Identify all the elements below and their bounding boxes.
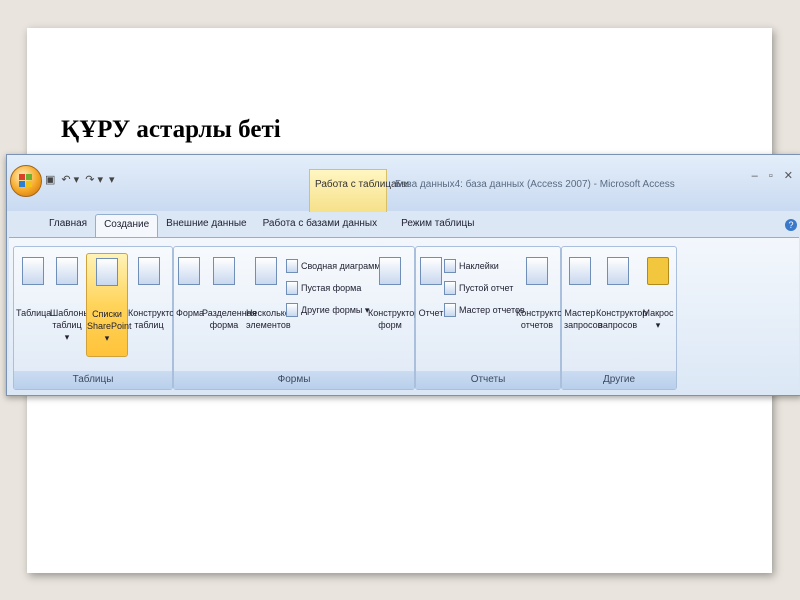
access-window: ▣ ↶ ▾ ↷ ▾ ▾ Работа с таблицами База данн…	[6, 154, 800, 396]
form-design-icon	[379, 257, 401, 285]
report-button[interactable]: Отчет	[418, 253, 444, 355]
group-label-tables: Таблицы	[14, 371, 172, 389]
multiple-items-button[interactable]: Несколько элементов	[246, 253, 291, 355]
more-forms-button[interactable]: Другие формы ▾	[286, 301, 369, 319]
undo-icon[interactable]: ↶ ▾	[61, 173, 79, 186]
query-design-icon	[607, 257, 629, 285]
ribbon: Таблица Шаблоны таблиц ▾ Списки SharePoi…	[9, 237, 799, 390]
labels-button[interactable]: Наклейки	[444, 257, 499, 275]
report-wizard-button[interactable]: Мастер отчетов	[444, 301, 525, 319]
query-wizard-icon	[569, 257, 591, 285]
tab-database-tools[interactable]: Работа с базами данных	[255, 214, 386, 236]
report-design-icon	[526, 257, 548, 285]
title-bar: ▣ ↶ ▾ ↷ ▾ ▾ Работа с таблицами База данн…	[7, 155, 800, 212]
group-forms: Форма Разделенная форма Несколько элемен…	[173, 246, 419, 390]
contextual-tab-header	[309, 169, 387, 212]
multiple-items-icon	[255, 257, 277, 285]
pivot-chart-icon	[286, 259, 298, 273]
query-design-button[interactable]: Конструктор запросов	[596, 253, 647, 355]
split-form-button[interactable]: Разделенная форма	[202, 253, 257, 355]
group-label-other: Другие	[562, 371, 676, 389]
group-reports: Отчет Наклейки Пустой отчет Мастер отчет…	[415, 246, 567, 390]
blank-report-button[interactable]: Пустой отчет	[444, 279, 513, 297]
group-other: Мастер запросов Конструктор запросов Мак…	[561, 246, 677, 390]
ribbon-tabs: Главная Создание Внешние данные Работа с…	[41, 214, 482, 237]
customize-toolbar-icon[interactable]: ▾	[109, 173, 115, 186]
report-wizard-icon	[444, 303, 456, 317]
table-design-button[interactable]: Конструктор таблиц	[128, 253, 179, 355]
window-title: База данных4: база данных (Access 2007) …	[395, 179, 675, 190]
blank-report-icon	[444, 281, 456, 295]
save-icon[interactable]: ▣	[45, 173, 55, 186]
tab-create[interactable]: Создание	[95, 214, 159, 237]
group-label-reports: Отчеты	[416, 371, 560, 389]
blank-form-button[interactable]: Пустая форма	[286, 279, 361, 297]
macro-scroll-icon	[647, 257, 669, 285]
group-label-forms: Формы	[174, 371, 414, 389]
form-button[interactable]: Форма	[176, 253, 204, 355]
table-design-icon	[138, 257, 160, 285]
report-design-button[interactable]: Конструктор отчетов	[516, 253, 567, 355]
query-wizard-button[interactable]: Мастер запросов	[564, 253, 602, 355]
tab-external-data[interactable]: Внешние данные	[158, 214, 254, 236]
redo-icon[interactable]: ↷ ▾	[85, 173, 103, 186]
blank-form-icon	[286, 281, 298, 295]
macro-button[interactable]: Макрос ▾	[642, 253, 674, 355]
group-tables: Таблица Шаблоны таблиц ▾ Списки SharePoi…	[13, 246, 179, 390]
sharepoint-list-icon	[96, 258, 118, 286]
form-design-button[interactable]: Конструктор форм	[368, 253, 419, 355]
tab-datasheet[interactable]: Режим таблицы	[393, 214, 482, 236]
table-templates-button[interactable]: Шаблоны таблиц ▾	[50, 253, 90, 355]
labels-icon	[444, 259, 456, 273]
quick-access-toolbar: ▣ ↶ ▾ ↷ ▾ ▾	[45, 173, 115, 186]
report-icon	[420, 257, 442, 285]
form-icon	[178, 257, 200, 285]
table-button[interactable]: Таблица	[16, 253, 51, 355]
table-templates-icon	[56, 257, 78, 285]
sharepoint-lists-button[interactable]: Списки SharePoint ▾	[86, 253, 132, 357]
more-forms-icon	[286, 303, 298, 317]
slide-title: ҚҰРУ астарлы беті	[61, 116, 281, 143]
split-form-icon	[213, 257, 235, 285]
help-icon[interactable]: ?	[785, 219, 797, 231]
window-controls[interactable]: – ▫ ✕	[752, 169, 797, 182]
tab-home[interactable]: Главная	[41, 214, 95, 236]
office-button[interactable]	[10, 165, 42, 197]
table-icon	[22, 257, 44, 285]
